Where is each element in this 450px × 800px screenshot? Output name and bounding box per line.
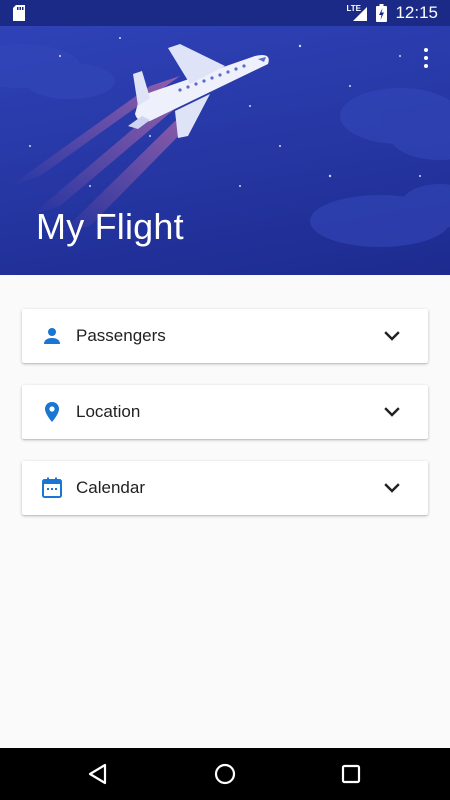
sd-card-icon — [12, 4, 26, 22]
location-label: Location — [76, 402, 141, 421]
calendar-icon — [40, 476, 64, 500]
navigation-bar — [0, 748, 450, 800]
battery-charging-icon — [376, 4, 388, 22]
clock: 12:15 — [395, 3, 438, 22]
location-pin-icon — [40, 400, 64, 424]
lte-signal-icon: LTE — [346, 4, 368, 22]
recents-square-icon[interactable] — [335, 758, 367, 790]
calendar-card[interactable]: Calendar — [22, 461, 428, 515]
more-vert-icon[interactable] — [414, 44, 438, 72]
home-circle-icon[interactable] — [209, 758, 241, 790]
chevron-down-icon[interactable] — [382, 478, 402, 498]
person-icon — [40, 324, 64, 348]
passengers-label: Passengers — [76, 326, 166, 345]
page-title: My Flight — [36, 206, 184, 247]
app-header: My Flight — [0, 26, 450, 275]
back-triangle-icon[interactable] — [82, 758, 114, 790]
passengers-card[interactable]: Passengers — [22, 309, 428, 363]
status-icons: LTE 12:15 — [346, 0, 438, 26]
app-screen: LTE 12:15 My Flight Passengers Location … — [0, 0, 450, 800]
chevron-down-icon[interactable] — [382, 402, 402, 422]
calendar-label: Calendar — [76, 478, 145, 497]
location-card[interactable]: Location — [22, 385, 428, 439]
chevron-down-icon[interactable] — [382, 326, 402, 346]
status-bar: LTE 12:15 — [0, 0, 450, 26]
